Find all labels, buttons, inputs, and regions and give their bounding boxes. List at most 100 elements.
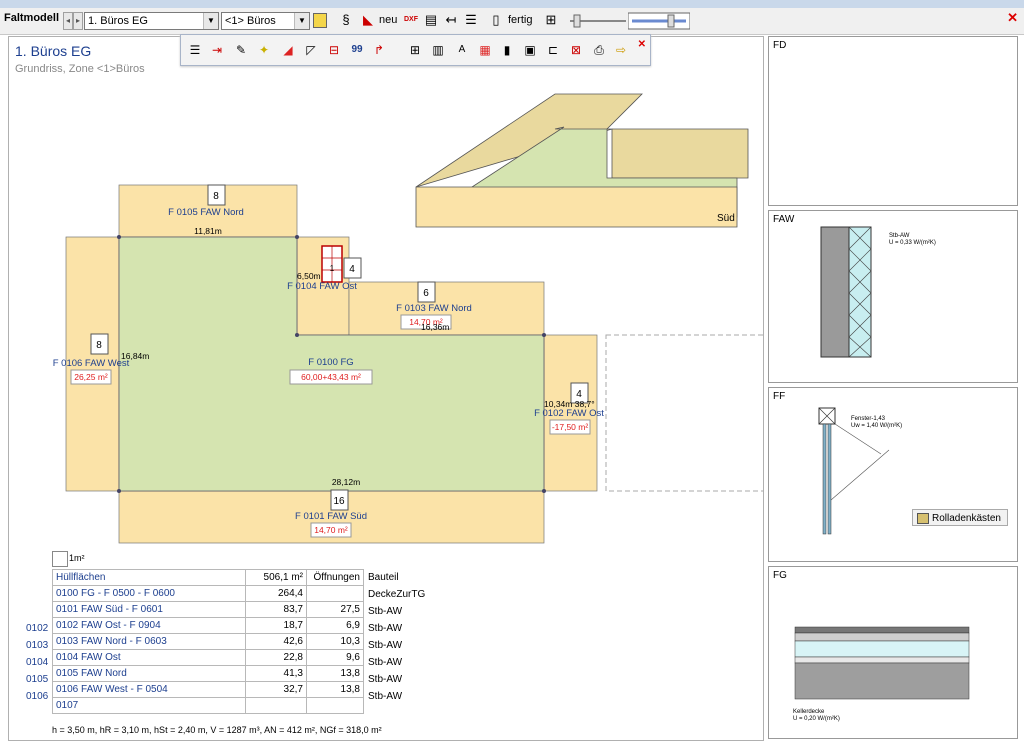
undo-arrow-icon[interactable]: ↤ bbox=[443, 12, 459, 28]
close-icon[interactable]: ✕ bbox=[1007, 10, 1018, 26]
done-button[interactable]: fertig bbox=[508, 14, 532, 26]
row-name[interactable]: 0104 FAW Ost bbox=[52, 649, 246, 666]
north-right-count: 6 bbox=[423, 288, 429, 299]
view3d-south-face bbox=[415, 186, 738, 228]
table-row[interactable]: 0104 FAW Ost 22,8 9,6 bbox=[52, 649, 364, 666]
rolladen-button[interactable]: Rolladenkästen bbox=[912, 509, 1008, 526]
table-row[interactable]: 0100 FG - F 0500 - F 0600 264,4 bbox=[52, 585, 364, 602]
book-icon[interactable]: ▤ bbox=[423, 12, 439, 28]
chevron-down-icon: ▼ bbox=[203, 13, 218, 29]
pencil-icon[interactable]: ✎ bbox=[233, 42, 249, 58]
number-99-icon[interactable]: 99 bbox=[349, 42, 365, 58]
panel-faw[interactable]: FAW Stb-AW U = 0,33 W/(m²K) bbox=[768, 210, 1018, 383]
row-id: 0102 bbox=[26, 623, 49, 634]
row-name[interactable]: 0106 FAW West - F 0504 bbox=[52, 681, 246, 698]
wall-icon[interactable]: ◢ bbox=[280, 42, 296, 58]
zone-select[interactable]: <1> Büros ▼ bbox=[221, 12, 310, 30]
south-label[interactable]: F 0101 FAW Süd bbox=[295, 511, 367, 522]
delete-icon[interactable]: ⊠ bbox=[568, 42, 584, 58]
row-name[interactable]: 0100 FG - F 0500 - F 0600 bbox=[52, 585, 246, 602]
save-icon[interactable]: ▣ bbox=[522, 42, 538, 58]
east-label[interactable]: F 0102 FAW Ost bbox=[534, 408, 604, 419]
east-area: -17,50 m² bbox=[552, 422, 589, 432]
ff-note2: Uw = 1,40 W/(m²K) bbox=[851, 423, 902, 429]
south-dim: 28,12m bbox=[332, 477, 360, 487]
zoom-slider[interactable] bbox=[568, 12, 628, 30]
close-icon[interactable]: ✕ bbox=[638, 39, 646, 50]
row-part: Stb-AW bbox=[368, 691, 403, 702]
east-small-label[interactable]: F 0104 FAW Ost bbox=[287, 281, 357, 292]
corner-point[interactable] bbox=[542, 489, 546, 493]
legend-unit: 1m² bbox=[69, 553, 85, 563]
grid-icon[interactable]: ⊞ bbox=[407, 42, 423, 58]
row-name[interactable]: 0103 FAW Nord - F 0603 bbox=[52, 633, 246, 650]
north-right-dim: 16,36m bbox=[421, 322, 449, 332]
window-title-bar bbox=[0, 0, 1024, 8]
faw-section-drawing: Stb-AW U = 0,33 W/(m²K) bbox=[820, 226, 936, 358]
row-id: 0105 bbox=[26, 674, 49, 685]
floor-label[interactable]: F 0100 FG bbox=[308, 357, 353, 368]
color-palette-icon[interactable]: ▦ bbox=[477, 42, 493, 58]
corner-point[interactable] bbox=[117, 235, 121, 239]
corner-point[interactable] bbox=[117, 489, 121, 493]
print-icon[interactable]: ⎙ bbox=[591, 42, 607, 58]
export-icon[interactable]: ⇨ bbox=[613, 42, 629, 58]
prev-button[interactable]: ◂ bbox=[63, 12, 73, 30]
select-icon[interactable]: ✦ bbox=[256, 42, 272, 58]
next-button[interactable]: ▸ bbox=[73, 12, 83, 30]
row-name[interactable]: 0107 bbox=[52, 697, 246, 714]
new-label[interactable]: neu bbox=[379, 14, 397, 26]
north-right-label[interactable]: F 0103 FAW Nord bbox=[396, 303, 472, 314]
row-name[interactable]: 0102 FAW Ost - F 0904 bbox=[52, 617, 246, 634]
col-name-header: Hüllflächen bbox=[52, 569, 246, 586]
west-area: 26,25 m² bbox=[74, 372, 108, 382]
panel-fg[interactable]: FG Kellerdecke U = 0,20 W/(m²K) bbox=[768, 566, 1018, 739]
fg-section-drawing: Kellerdecke U = 0,20 W/(m²K) bbox=[793, 626, 970, 722]
east-small-count: 4 bbox=[349, 264, 355, 275]
barcode-icon[interactable]: ▥ bbox=[430, 42, 446, 58]
book-open-icon[interactable]: ⊞ bbox=[543, 12, 559, 28]
col-area-header: 506,1 m² bbox=[245, 569, 307, 586]
row-openings bbox=[306, 585, 364, 602]
chart-icon[interactable]: ▮ bbox=[499, 42, 515, 58]
list-icon[interactable]: ☰ bbox=[463, 12, 479, 28]
symmetry-icon[interactable]: § bbox=[338, 12, 354, 28]
text-icon[interactable]: A bbox=[454, 42, 470, 58]
folder-open-icon[interactable]: ⊏ bbox=[545, 42, 561, 58]
corner-point[interactable] bbox=[295, 235, 299, 239]
minus-icon[interactable]: ⊟ bbox=[326, 42, 342, 58]
row-openings: 27,5 bbox=[306, 601, 364, 618]
top-wall-label[interactable]: F 0105 FAW Nord bbox=[168, 207, 244, 218]
west-label[interactable]: F 0106 FAW West bbox=[53, 358, 130, 369]
new-shape-icon[interactable]: ◣ bbox=[360, 12, 376, 28]
calculator-icon[interactable]: ▯ bbox=[488, 12, 504, 28]
row-id: 0104 bbox=[26, 657, 49, 668]
table-row[interactable]: 0107 bbox=[52, 697, 364, 714]
panel-fd[interactable]: FD bbox=[768, 36, 1018, 206]
scale-slider[interactable] bbox=[628, 12, 690, 30]
south-area: 14,70 m² bbox=[314, 525, 348, 535]
corner-point[interactable] bbox=[542, 333, 546, 337]
zone-select-value: <1> Büros bbox=[225, 15, 276, 27]
floor-select[interactable]: 1. Büros EG ▼ bbox=[84, 12, 219, 30]
floor-select-value: 1. Büros EG bbox=[88, 15, 148, 27]
color-fill-icon[interactable] bbox=[313, 13, 327, 28]
row-area: 32,7 bbox=[245, 681, 307, 698]
table-row[interactable]: 0103 FAW Nord - F 0603 42,6 10,3 bbox=[52, 633, 364, 650]
table-row[interactable]: 0102 FAW Ost - F 0904 18,7 6,9 bbox=[52, 617, 364, 634]
table-row[interactable]: 0101 FAW Süd - F 0601 83,7 27,5 bbox=[52, 601, 364, 618]
ff-note1: Fenster-1,43 bbox=[851, 416, 886, 422]
dxf-icon[interactable]: DXF bbox=[403, 12, 419, 28]
corner-point[interactable] bbox=[295, 333, 299, 337]
table-row[interactable]: 0106 FAW West - F 0504 32,7 13,8 bbox=[52, 681, 364, 698]
row-openings bbox=[306, 697, 364, 714]
row-name[interactable]: 0101 FAW Süd - F 0601 bbox=[52, 601, 246, 618]
row-name[interactable]: 0105 FAW Nord bbox=[52, 665, 246, 682]
table-row[interactable]: 0105 FAW Nord 41,3 13,8 bbox=[52, 665, 364, 682]
arrow-corner-icon[interactable]: ↱ bbox=[371, 42, 387, 58]
panel-ff[interactable]: FF Fenster-1,43 Uw = 1,40 W/(m²K) Rollad… bbox=[768, 387, 1018, 562]
insert-icon[interactable]: ⇥ bbox=[209, 42, 225, 58]
slope-icon[interactable]: ◸ bbox=[303, 42, 319, 58]
top-wall-dim: 11,81m bbox=[194, 226, 222, 236]
list-icon[interactable]: ☰ bbox=[187, 42, 203, 58]
